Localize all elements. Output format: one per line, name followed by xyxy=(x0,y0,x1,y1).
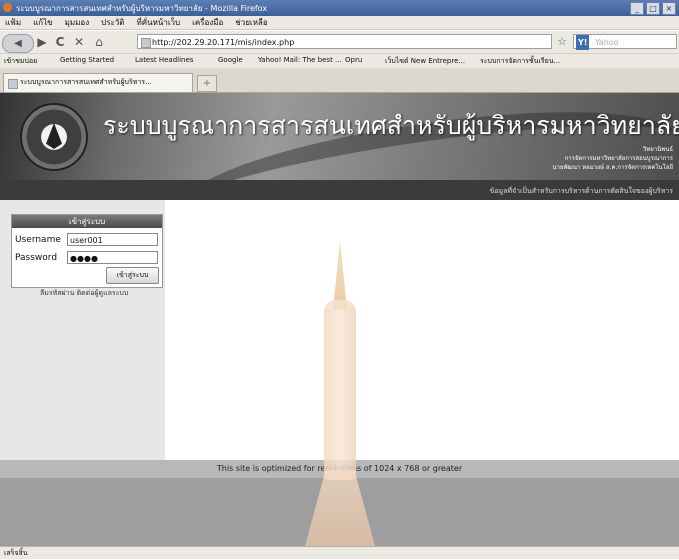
tab-bar: ระบบบูรณาการสารสนเทศสำหรับผู้บริหาร... + xyxy=(0,68,679,93)
menu-bar: แฟ้ม แก้ไข มุมมอง ประวัติ ที่คั่นหน้าเว็… xyxy=(0,16,679,30)
tower-base xyxy=(304,470,376,550)
sidebar: เข้าสู่ระบบ Username user001 Password ●●… xyxy=(0,200,165,460)
navigation-toolbar: ◀ ▶ C ✕ ⌂ http://202.29.20.171/mis/index… xyxy=(0,31,679,53)
forgot-password-link[interactable]: ลืมรหัสผ่าน ติดต่อผู้ดูแลระบบ xyxy=(40,288,128,299)
new-tab-button[interactable]: + xyxy=(197,75,217,92)
window-titlebar: ระบบบูรณาการสารสนเทศสำหรับผู้บริหารมหาวิ… xyxy=(0,0,679,16)
banner-info-line: นายพัฒนา หอมวงษ์ ส.ค.การจัดการเทคโนโลยี xyxy=(552,164,673,171)
menu-help[interactable]: ช่วยเหลือ xyxy=(235,16,267,29)
menu-view[interactable]: มุมมอง xyxy=(65,16,90,29)
stop-button[interactable]: ✕ xyxy=(72,34,86,50)
bookmark-getting-started[interactable]: Getting Started xyxy=(60,56,114,64)
status-text: เสร็จสิ้น xyxy=(4,549,28,557)
bookmarks-toolbar: เข้าชมบ่อย Getting Started Latest Headli… xyxy=(0,53,679,69)
username-label: Username xyxy=(15,235,61,245)
bookmark-star-icon[interactable]: ☆ xyxy=(555,34,569,50)
bookmark-yahoo-mail[interactable]: Yahoo! Mail: The best ... xyxy=(258,56,342,64)
tab-favicon-icon xyxy=(8,79,18,89)
info-bar: ข้อมูลที่จำเป็นสำหรับการบริหารด้านการตัด… xyxy=(0,180,679,200)
password-input[interactable]: ●●●● xyxy=(67,251,158,264)
page-favicon-icon xyxy=(141,38,151,48)
window-title: ระบบบูรณาการสารสนเทศสำหรับผู้บริหารมหาวิ… xyxy=(16,4,268,13)
site-title: ระบบบูรณาการสารสนเทศสำหรับผู้บริหารมหาวิ… xyxy=(103,111,679,140)
home-button[interactable]: ⌂ xyxy=(92,34,106,50)
tower-body xyxy=(324,300,356,480)
address-url: http://202.29.20.171/mis/index.php xyxy=(152,38,295,47)
main-content xyxy=(165,200,679,460)
bookmark-opru[interactable]: Opru xyxy=(345,56,362,64)
window-controls: _ □ × xyxy=(630,2,676,15)
firefox-icon xyxy=(3,3,12,12)
bookmark-most-visited[interactable]: เข้าชมบ่อย xyxy=(4,56,37,67)
search-engine-icon[interactable]: Y! xyxy=(576,35,590,50)
banner-info-line: การจัดการมหาวิทยาลัยการสอนบูรณาการ xyxy=(564,155,673,162)
menu-bookmarks[interactable]: ที่คั่นหน้าเว็บ xyxy=(136,16,180,29)
forward-button[interactable]: ▶ xyxy=(36,34,48,50)
bookmark-google[interactable]: Google xyxy=(218,56,243,64)
minimize-button[interactable]: _ xyxy=(630,2,644,15)
bookmark-new-entrepre[interactable]: เว็บไซต์ New Entrepre... xyxy=(385,56,465,67)
search-box[interactable]: Y! Yahoo xyxy=(573,34,677,50)
address-bar[interactable]: http://202.29.20.171/mis/index.php xyxy=(137,34,552,49)
login-header: เข้าสู่ระบบ xyxy=(12,215,162,228)
reload-button[interactable]: C xyxy=(53,34,67,50)
username-input[interactable]: user001 xyxy=(67,233,158,246)
back-button[interactable]: ◀ xyxy=(2,34,34,53)
bookmark-class-management[interactable]: ระบบการจัดการชั้นเรียน... xyxy=(480,56,560,67)
login-button[interactable]: เข้าสู่ระบบ xyxy=(106,267,159,284)
login-box: เข้าสู่ระบบ Username user001 Password ●●… xyxy=(11,214,163,288)
menu-file[interactable]: แฟ้ม xyxy=(5,16,21,29)
bookmark-latest-headlines[interactable]: Latest Headlines xyxy=(135,56,193,64)
university-logo-icon xyxy=(20,103,88,171)
menu-edit[interactable]: แก้ไข xyxy=(33,16,53,29)
menu-history[interactable]: ประวัติ xyxy=(101,16,124,29)
status-bar: เสร็จสิ้น xyxy=(0,546,679,559)
banner-info: วิทยานิพนธ์ การจัดการมหาวิทยาลัยการสอนบู… xyxy=(552,145,673,172)
banner-info-line: วิทยานิพนธ์ xyxy=(642,146,673,153)
tab-label: ระบบบูรณาการสารสนเทศสำหรับผู้บริหาร... xyxy=(20,78,152,86)
tab-active[interactable]: ระบบบูรณาการสารสนเทศสำหรับผู้บริหาร... xyxy=(3,73,193,92)
logo-emblem-icon xyxy=(46,123,62,149)
close-button[interactable]: × xyxy=(662,2,676,15)
watermark-tower-image xyxy=(300,240,380,550)
password-label: Password xyxy=(15,253,58,263)
info-bar-text: ข้อมูลที่จำเป็นสำหรับการบริหารด้านการตัด… xyxy=(489,187,674,195)
search-placeholder: Yahoo xyxy=(595,38,619,47)
menu-tools[interactable]: เครื่องมือ xyxy=(192,16,223,29)
maximize-button[interactable]: □ xyxy=(646,2,660,15)
site-banner: ระบบบูรณาการสารสนเทศสำหรับผู้บริหารมหาวิ… xyxy=(0,93,679,180)
